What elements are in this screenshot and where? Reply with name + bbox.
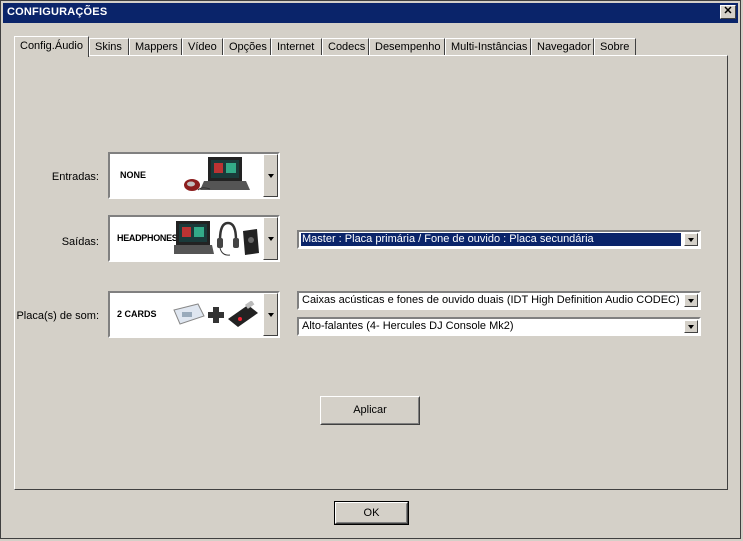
tab-navegador[interactable]: Navegador (531, 38, 594, 55)
inputs-image-text: NONE (120, 170, 147, 180)
chevron-down-icon (688, 298, 694, 303)
soundcard-primary-arrow[interactable] (684, 294, 698, 307)
laptop-icon (174, 221, 214, 254)
usb-soundcard-icon (228, 301, 258, 327)
title-bar[interactable]: CONFIGURAÇÕES ✕ (3, 3, 738, 23)
soundcards-preview: 2 CARDS (110, 293, 261, 336)
plus-icon (208, 307, 224, 323)
chevron-down-icon (267, 173, 274, 178)
output-mode-arrow[interactable] (684, 233, 698, 246)
chevron-down-icon (267, 236, 274, 241)
chevron-down-icon (267, 312, 274, 317)
output-mode-select[interactable]: Master : Placa primária / Fone de ouvido… (297, 230, 701, 249)
tab-video[interactable]: Vídeo (182, 38, 223, 55)
close-button[interactable]: ✕ (720, 5, 736, 19)
soundcards-image-text: 2 CARDS (117, 309, 157, 319)
output-mode-value: Master : Placa primária / Fone de ouvido… (301, 233, 681, 246)
outputs-label: Saídas: (61, 236, 99, 248)
audio-interface-icon (243, 229, 259, 255)
tab-codecs[interactable]: Codecs (322, 38, 369, 55)
outputs-preview: HEADPHONES (110, 217, 261, 260)
soundcard-secondary-select[interactable]: Alto-falantes (4- Hercules DJ Console Mk… (297, 317, 701, 336)
soundcards-config-dropdown[interactable]: 2 CARDS (108, 291, 280, 338)
tab-config-audio[interactable]: Config.Áudio (14, 36, 89, 57)
soundcard-primary-select[interactable]: Caixas acústicas e fones de ouvido duais… (297, 291, 701, 310)
headphones-icon (217, 221, 239, 256)
soundcard-secondary-arrow[interactable] (684, 320, 698, 333)
inputs-preview: NONE (110, 154, 261, 197)
soundcards-label: Placa(s) de som: (16, 310, 99, 322)
tab-sobre[interactable]: Sobre (594, 38, 636, 55)
outputs-image-text: HEADPHONES (117, 233, 178, 243)
outputs-dropdown-arrow[interactable] (263, 217, 278, 260)
outputs-config-dropdown[interactable]: HEADPHONES (108, 215, 280, 262)
window-title: CONFIGURAÇÕES (7, 6, 108, 18)
soundcard-icon (173, 303, 205, 325)
chevron-down-icon (688, 324, 694, 329)
tab-multi-instancias[interactable]: Multi-Instâncias (445, 38, 531, 55)
tab-skins[interactable]: Skins (89, 38, 129, 55)
tab-opcoes[interactable]: Opções (223, 38, 271, 55)
inputs-config-dropdown[interactable]: NONE (108, 152, 280, 199)
ok-button-label: OK (363, 507, 380, 519)
inputs-label: Entradas: (51, 171, 99, 183)
ok-button[interactable]: OK (334, 501, 409, 525)
soundcards-dropdown-arrow[interactable] (263, 293, 278, 336)
apply-button-label: Aplicar (353, 404, 387, 416)
tab-internet[interactable]: Internet (271, 38, 322, 55)
soundcard-primary-value: Caixas acústicas e fones de ouvido duais… (302, 294, 680, 306)
chevron-down-icon (688, 237, 694, 242)
inputs-dropdown-arrow[interactable] (263, 154, 278, 197)
tab-mappers[interactable]: Mappers (129, 38, 182, 55)
apply-button[interactable]: Aplicar (320, 396, 420, 425)
close-icon: ✕ (723, 5, 733, 17)
tab-desempenho[interactable]: Desempenho (369, 38, 445, 55)
soundcard-secondary-value: Alto-falantes (4- Hercules DJ Console Mk… (302, 320, 514, 332)
settings-window: CONFIGURAÇÕES ✕ Config.Áudio Skins Mappe… (0, 0, 741, 539)
mouse-icon (184, 179, 200, 191)
